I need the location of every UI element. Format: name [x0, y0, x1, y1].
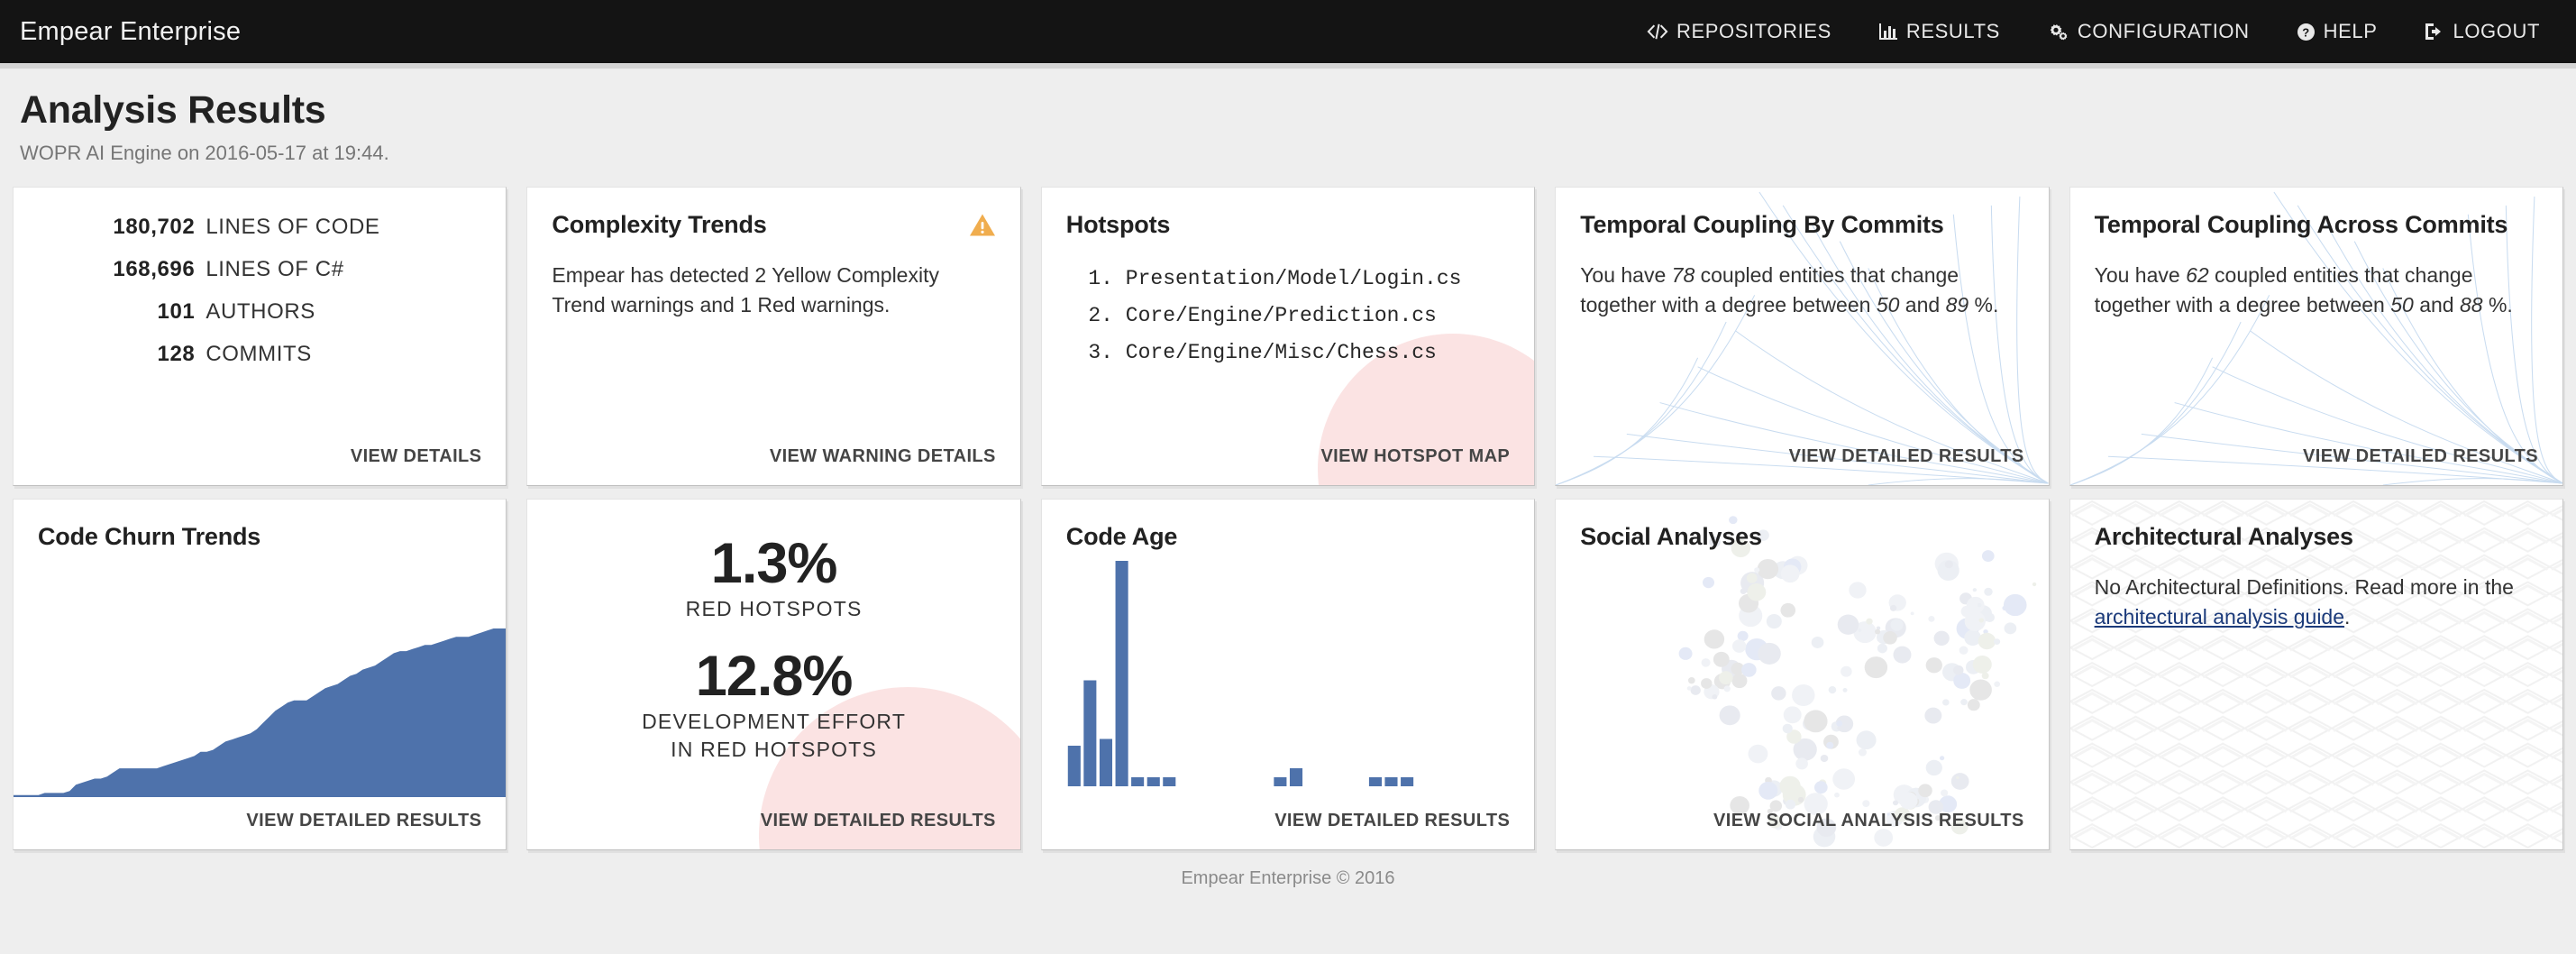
nav-item-configuration[interactable]: CONFIGURATION — [2047, 20, 2250, 43]
card-complexity-trends: Complexity Trends Empear has detected 2 … — [526, 187, 1021, 486]
card-title: Temporal Coupling Across Commits — [2094, 211, 2508, 238]
card-code-age: Code Age VIEW DETAILED RESULTS — [1040, 499, 1536, 850]
degree-min: 50 — [2390, 293, 2414, 317]
top-navigation-bar: Empear Enterprise REPOSITORIES RESULTS C… — [0, 0, 2576, 69]
stat-label: LINES OF C# — [206, 257, 344, 281]
card-hotspots: Hotspots Presentation/Model/Login.cs Cor… — [1040, 187, 1536, 486]
development-effort-label-line2: IN RED HOTSPOTS — [671, 738, 878, 762]
nav-item-repositories[interactable]: REPOSITORIES — [1647, 20, 1832, 43]
stat-row: 180,702 LINES OF CODE — [38, 215, 481, 240]
nav-item-results[interactable]: RESULTS — [1878, 20, 2000, 43]
hotspots-list: Presentation/Model/Login.cs Core/Engine/… — [1066, 261, 1510, 372]
card-title: Temporal Coupling By Commits — [1580, 211, 1944, 238]
card-code-churn-trends: Code Churn Trends VIEW DETAILED RESULTS — [13, 499, 507, 850]
stat-row: 168,696 LINES OF C# — [38, 257, 481, 282]
list-item: Presentation/Model/Login.cs — [1126, 261, 1510, 298]
text-fragment: and — [2413, 293, 2460, 317]
stat-row: 128 COMMITS — [38, 342, 481, 367]
stat-label: COMMITS — [206, 342, 312, 366]
text-fragment: and — [1899, 293, 1946, 317]
red-hotspots-percentage: 1.3% — [710, 532, 838, 595]
text-fragment: . — [2344, 605, 2351, 629]
architectural-body-text: No Architectural Definitions. Read more … — [2095, 573, 2538, 633]
view-detailed-results-link[interactable]: VIEW DETAILED RESULTS — [2303, 446, 2538, 467]
brand-title: Empear Enterprise — [20, 16, 242, 46]
card-architectural-analyses: Architectural Analyses No Architectural … — [2069, 499, 2563, 850]
nav-item-label: LOGOUT — [2453, 20, 2540, 42]
degree-max: 88 — [2459, 293, 2483, 317]
view-detailed-results-link[interactable]: VIEW DETAILED RESULTS — [761, 811, 996, 831]
view-social-analysis-results-link[interactable]: VIEW SOCIAL ANALYSIS RESULTS — [1713, 811, 2024, 831]
architectural-analysis-guide-link[interactable]: architectural analysis guide — [2095, 605, 2344, 628]
card-social-analyses: Social Analyses VIEW SOCIAL ANALYSIS RES… — [1555, 499, 2050, 850]
page-footer: Empear Enterprise © 2016 — [1181, 868, 1395, 888]
navbar-divider — [0, 63, 2576, 69]
warning-triangle-icon — [969, 213, 996, 242]
degree-max: 89 — [1945, 293, 1969, 317]
view-detailed-results-link[interactable]: VIEW DETAILED RESULTS — [1789, 446, 2024, 467]
nav-item-label: CONFIGURATION — [2077, 20, 2250, 42]
card-summary-stats: 180,702 LINES OF CODE 168,696 LINES OF C… — [13, 187, 507, 486]
stat-value: 101 — [157, 299, 196, 324]
cards-grid-row-1: 180,702 LINES OF CODE 168,696 LINES OF C… — [0, 174, 2576, 486]
stat-value: 168,696 — [113, 257, 196, 281]
stat-value: 180,702 — [113, 215, 196, 239]
bar-chart-icon — [1878, 23, 1898, 41]
coupled-entities-count: 62 — [2186, 263, 2209, 287]
gears-icon — [2047, 22, 2069, 41]
card-title: Code Age — [1065, 523, 1178, 550]
stat-label: LINES OF CODE — [206, 215, 380, 239]
nav-item-label: HELP — [2323, 20, 2378, 42]
list-item: Core/Engine/Misc/Chess.cs — [1126, 335, 1510, 372]
summary-stats-list: 180,702 LINES OF CODE 168,696 LINES OF C… — [38, 211, 481, 367]
card-title: Code Churn Trends — [38, 523, 261, 550]
coupled-entities-count: 78 — [1671, 263, 1695, 287]
page-header: Analysis Results WOPR AI Engine on 2016-… — [0, 63, 2576, 174]
text-fragment: You have — [1580, 263, 1672, 287]
cards-grid-row-2: Code Churn Trends VIEW DETAILED RESULTS … — [0, 486, 2576, 850]
svg-text:?: ? — [2302, 25, 2310, 39]
complexity-body-text: Empear has detected 2 Yellow Complexity … — [552, 263, 939, 317]
view-details-link[interactable]: VIEW DETAILS — [351, 446, 482, 467]
card-temporal-coupling-by-commits: Temporal Coupling By Commits You have 78… — [1555, 187, 2050, 486]
percentages-block: 1.3% RED HOTSPOTS 12.8% DEVELOPMENT EFFO… — [552, 523, 995, 762]
card-title: Hotspots — [1065, 211, 1171, 238]
list-item: Core/Engine/Prediction.cs — [1126, 298, 1510, 335]
text-fragment: %. — [1969, 293, 1999, 317]
text-fragment: You have — [2094, 263, 2187, 287]
view-detailed-results-link[interactable]: VIEW DETAILED RESULTS — [246, 811, 481, 831]
text-fragment: %. — [2482, 293, 2513, 317]
page-subtitle: WOPR AI Engine on 2016-05-17 at 19:44. — [20, 142, 389, 164]
view-warning-details-link[interactable]: VIEW WARNING DETAILS — [770, 446, 996, 467]
nav-item-label: RESULTS — [1905, 20, 2000, 42]
text-fragment: No Architectural Definitions. Read more … — [2094, 575, 2514, 599]
card-hotspot-percentages: 1.3% RED HOTSPOTS 12.8% DEVELOPMENT EFFO… — [526, 499, 1021, 850]
card-title: Social Analyses — [1580, 523, 1762, 550]
coupling-body-text: You have 62 coupled entities that change… — [2095, 261, 2538, 321]
page-title: Analysis Results — [20, 88, 326, 132]
development-effort-percentage: 12.8% — [695, 645, 854, 709]
degree-min: 50 — [1876, 293, 1900, 317]
card-title: Complexity Trends — [552, 211, 767, 238]
stat-label: AUTHORS — [206, 299, 315, 324]
stat-row: 101 AUTHORS — [38, 299, 481, 325]
view-hotspot-map-link[interactable]: VIEW HOTSPOT MAP — [1320, 446, 1510, 467]
development-effort-label-line1: DEVELOPMENT EFFORT — [642, 710, 907, 734]
stat-value: 128 — [157, 342, 196, 366]
logout-icon — [2425, 23, 2445, 41]
card-temporal-coupling-across-commits: Temporal Coupling Across Commits You hav… — [2069, 187, 2563, 486]
card-title: Architectural Analyses — [2094, 523, 2353, 550]
code-brackets-icon — [1647, 23, 1668, 41]
nav-item-logout[interactable]: LOGOUT — [2425, 20, 2541, 43]
nav-items-group: REPOSITORIES RESULTS CONFIGURATION ? HEL… — [1647, 20, 2540, 43]
nav-item-help[interactable]: ? HELP — [2297, 20, 2378, 43]
coupling-body-text: You have 78 coupled entities that change… — [1580, 261, 2023, 321]
red-hotspots-label: RED HOTSPOTS — [685, 597, 863, 621]
question-circle-icon: ? — [2297, 23, 2316, 41]
view-detailed-results-link[interactable]: VIEW DETAILED RESULTS — [1274, 811, 1510, 831]
nav-item-label: REPOSITORIES — [1676, 20, 1832, 42]
